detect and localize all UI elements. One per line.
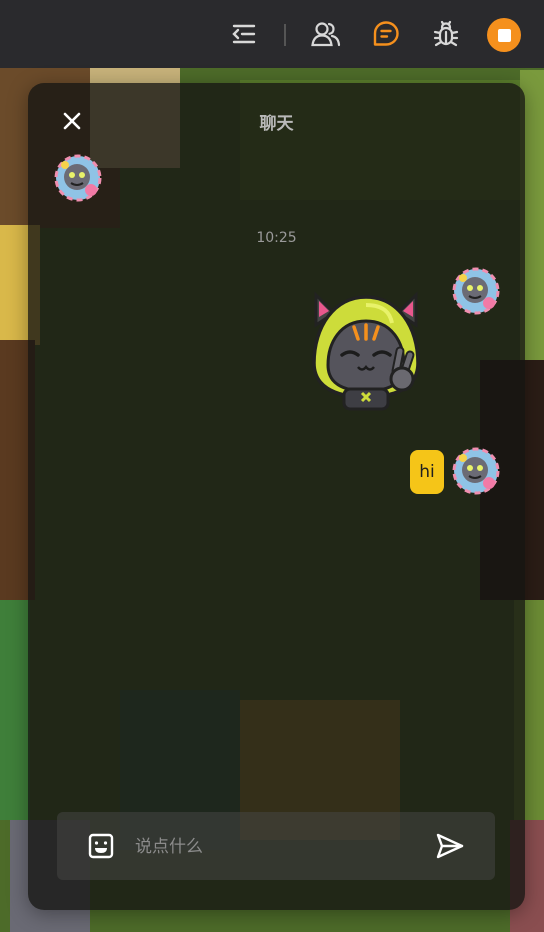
avatar[interactable]: [451, 446, 501, 496]
menu-collapse-icon[interactable]: [228, 18, 260, 50]
users-icon[interactable]: [310, 18, 342, 50]
top-toolbar: [0, 0, 544, 68]
scene-block: [0, 600, 30, 820]
avatar[interactable]: [451, 266, 501, 316]
emoji-icon[interactable]: [87, 832, 115, 860]
send-icon[interactable]: [433, 830, 467, 862]
message-bubble: hi: [410, 450, 444, 494]
message-input-bar: [57, 812, 495, 880]
chat-panel: 聊天 10:25 hi 说点什么: [28, 83, 525, 910]
chat-title: 聊天: [259, 114, 294, 134]
avatar[interactable]: [53, 153, 103, 203]
toolbar-divider: [284, 24, 286, 46]
chat-icon[interactable]: [370, 18, 402, 50]
record-stop-icon: [497, 28, 511, 42]
bug-icon[interactable]: [430, 18, 462, 50]
message-input[interactable]: [133, 828, 427, 866]
message-timestamp: 10:25: [256, 230, 297, 246]
record-stop-button[interactable]: [487, 18, 521, 52]
cat-hoodie-peace-sticker[interactable]: [306, 285, 426, 411]
